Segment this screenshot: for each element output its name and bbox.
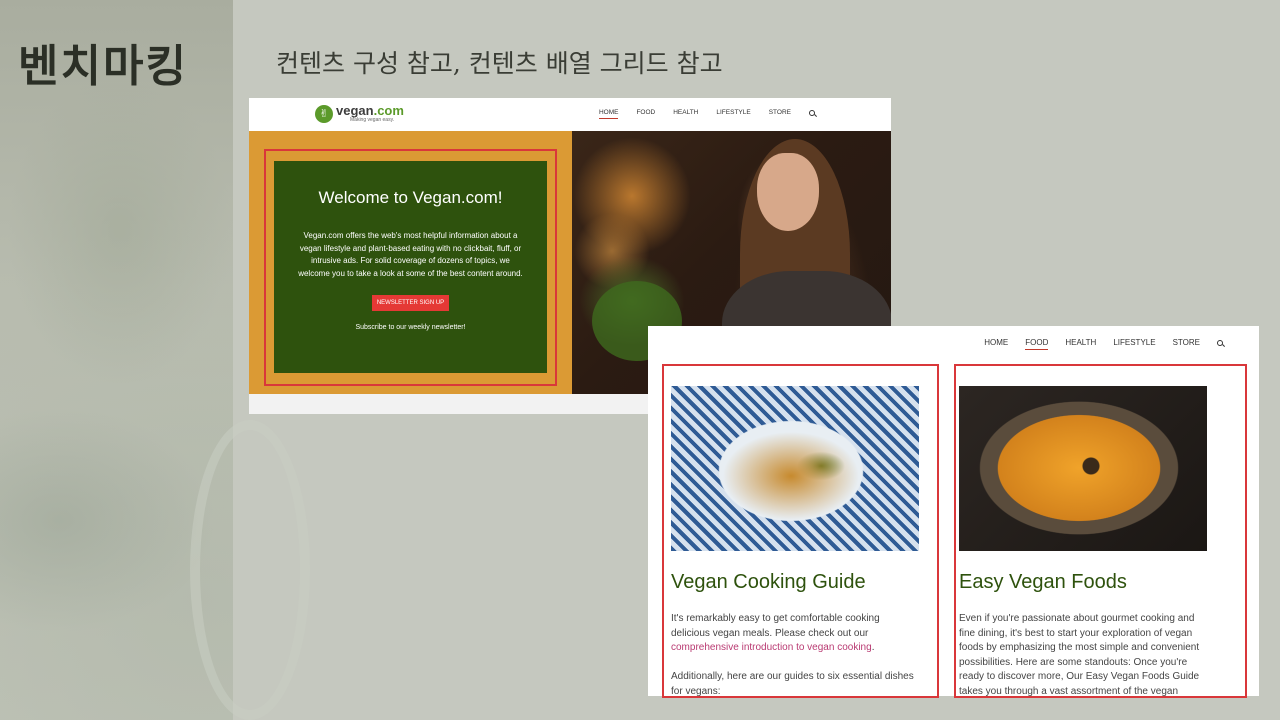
nav-home[interactable]: HOME (598, 109, 618, 119)
nav-food[interactable]: FOOD (1025, 338, 1049, 350)
nav-store[interactable]: STORE (1173, 338, 1200, 347)
search-icon[interactable] (809, 109, 815, 116)
logo-tagline: Making vegan easy. (350, 117, 395, 123)
highlight-frame-card2 (954, 364, 1247, 698)
slide-title: 벤치마킹 (18, 41, 188, 92)
leaf-logo-icon: ✌ (315, 104, 333, 123)
nav-food[interactable]: FOOD (636, 109, 655, 116)
main-nav: HOME FOOD HEALTH LIFESTYLE STORE (598, 109, 815, 119)
search-icon[interactable] (1217, 339, 1223, 346)
nav-store[interactable]: STORE (769, 109, 791, 116)
nav-lifestyle[interactable]: LIFESTYLE (716, 109, 750, 116)
decorative-sprouts-image (0, 0, 310, 720)
highlight-frame-card1 (662, 364, 939, 698)
nav-home[interactable]: HOME (984, 338, 1008, 347)
site-logo[interactable]: ✌ vegan.com Making vegan easy. (315, 104, 404, 123)
nav-lifestyle[interactable]: LIFESTYLE (1113, 338, 1155, 347)
logo-tld: .com (373, 103, 404, 118)
highlight-frame-hero (264, 149, 557, 386)
main-nav-food: HOME FOOD HEALTH LIFESTYLE STORE (984, 338, 1223, 350)
nav-health[interactable]: HEALTH (1065, 338, 1096, 347)
site-header: ✌ vegan.com Making vegan easy. HOME FOOD… (249, 98, 891, 131)
logo-name: vegan (336, 103, 374, 118)
nav-health[interactable]: HEALTH (673, 109, 698, 116)
slide-subtitle: 컨텐츠 구성 참고, 컨텐츠 배열 그리드 참고 (276, 49, 723, 78)
